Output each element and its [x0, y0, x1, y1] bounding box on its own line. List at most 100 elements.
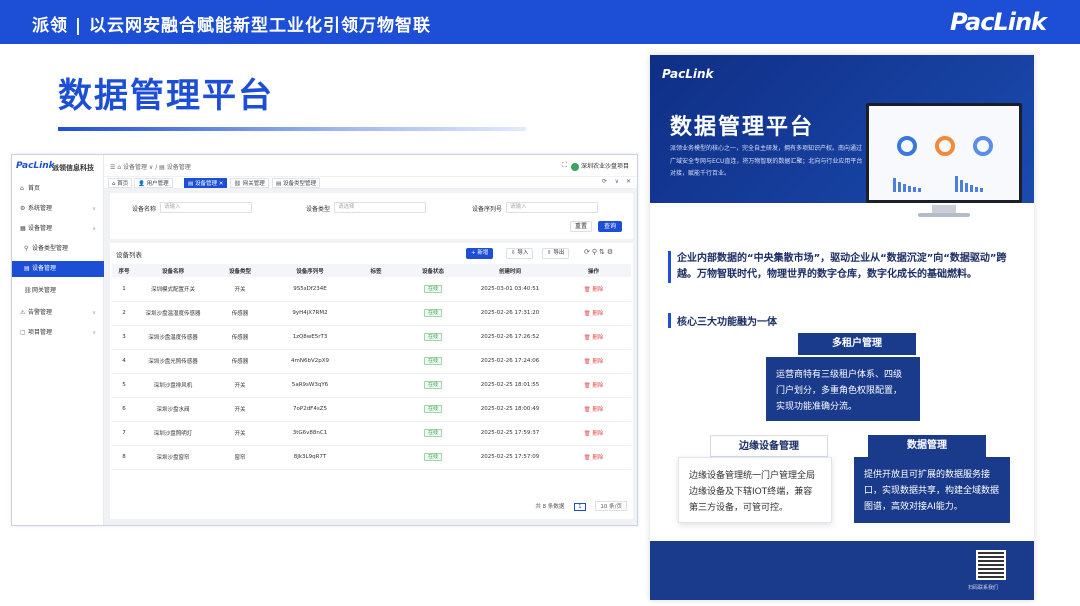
sidebar-item-device-mgmt[interactable]: ▦ 设备管理 ∧ — [12, 221, 104, 237]
table-cell: 深圳沙盘照明灯 — [136, 421, 210, 446]
sidebar-item-label: 网关管理 — [32, 287, 57, 294]
table-tools[interactable]: ⟳⚲⇅⚙ — [584, 248, 615, 256]
sidebar-item-alarm[interactable]: ⚠ 告警管理 ∨ — [12, 305, 104, 321]
tab-home[interactable]: ⌂ 首页 — [108, 178, 133, 188]
sidebar-item-label: 设备类型管理 — [32, 245, 69, 252]
table-cell: 9S5sDf234E — [270, 277, 350, 302]
col-header: 设备序列号 — [270, 264, 350, 277]
delete-button[interactable]: 🗑 删除 — [584, 311, 604, 317]
user-name: 深圳农业沙盘项目 — [580, 163, 629, 170]
sidebar-item-system[interactable]: ⚙ 系统管理 ∨ — [12, 201, 104, 217]
table-cell: 4mN6bV2pX9 — [270, 349, 350, 374]
col-header: 序号 — [112, 264, 136, 277]
table-row: 5 深圳沙盘排风机 开关 5aR9sW3qY6 在线 2025-02-25 18:01:5… — [112, 373, 631, 398]
device-type-cell: 开关 — [234, 286, 246, 293]
delete-button[interactable]: 🗑 删除 — [584, 335, 604, 341]
device-type-select[interactable]: 请选择 — [334, 202, 426, 213]
sidebar-item-device-type[interactable]: ⚲ 设备类型管理 — [12, 241, 104, 257]
refresh-icon[interactable]: ⟳ — [584, 248, 592, 256]
tab-users[interactable]: 👤 用户管理 — [134, 178, 173, 188]
column-icon[interactable]: ⇅ — [599, 248, 607, 256]
tab-device-type[interactable]: ▤ 设备类型管理 — [272, 178, 320, 188]
page-button[interactable]: 1 — [574, 503, 586, 511]
close-icon[interactable]: ✕ — [626, 178, 631, 185]
bar-illustration — [975, 187, 978, 192]
sidebar-item-devices[interactable]: ▤ 设备管理 — [12, 261, 104, 277]
tab-gateway[interactable]: ⛓ 网关管理 — [230, 178, 269, 188]
col-header: 创建时间 — [464, 264, 556, 277]
import-button[interactable]: ⇩ 导入 — [506, 248, 534, 259]
table-cell: 在线 — [402, 277, 464, 302]
device-type-cell: 传感器 — [231, 359, 249, 365]
device-name-label: 设备名称 — [132, 206, 157, 213]
add-button[interactable]: + 新增 — [466, 248, 494, 259]
device-type-cell: 窗帘 — [234, 455, 246, 461]
tab-devices[interactable]: ▤ 设备管理 ✕ — [184, 178, 228, 188]
serial-cell: 7oP2dF4sZ5 — [293, 406, 327, 412]
search-button[interactable]: 查询 — [598, 221, 622, 232]
status-badge: 在线 — [423, 453, 442, 461]
alarm-icon: ⚠ — [20, 309, 26, 316]
export-button[interactable]: ⇧ 导出 — [542, 248, 570, 259]
tab-bar: ⌂ 首页 👤 用户管理 ▤ 设备管理 ✕ ⛓ 网关管理 ▤ 设备类型管理 ⟳ ∨… — [104, 177, 637, 189]
created-time-cell: 2025-02-25 17:57:09 — [480, 454, 540, 460]
delete-button[interactable]: 🗑 删除 — [584, 383, 604, 389]
serial-cell: 3tG6v88nC1 — [292, 430, 328, 436]
donut-chart-illustration — [935, 136, 955, 156]
type-icon: ⚲ — [24, 245, 29, 252]
serial-cell: 4mN6bV2pX9 — [291, 358, 329, 364]
created-time-cell: 2025-03-01 03:40:51 — [480, 285, 540, 292]
delete-button[interactable]: 🗑 删除 — [584, 287, 604, 293]
device-name-cell: 深圳沙盘温度传感器 — [148, 335, 198, 341]
settings-icon[interactable]: ⚙ — [607, 248, 615, 256]
fullscreen-icon[interactable]: ⛶ — [562, 161, 567, 170]
serial-input[interactable]: 请输入 — [506, 202, 598, 213]
device-type-cell: 传感器 — [231, 311, 249, 317]
delete-button[interactable]: 🗑 删除 — [584, 359, 604, 365]
table-cell: 🗑 删除 — [556, 445, 631, 470]
table-cell: 2025-02-25 18:00:49 — [464, 397, 556, 422]
table-row: 4 深圳沙盘光照传感器 传感器 4mN6bV2pX9 在线 2025-02-26 17:2… — [112, 349, 631, 374]
table-cell: 2 — [112, 301, 136, 326]
table-cell: 传感器 — [210, 325, 270, 350]
device-name-input[interactable]: 请输入 — [160, 202, 252, 213]
chevron-down-icon[interactable]: ∨ — [615, 178, 619, 185]
table-header: 序号 设备名称 设备类型 设备序列号 标签 设备状态 创建时间 操作 — [112, 264, 631, 277]
device-list: 设备列表 + 新增 ⇩ 导入 ⇧ 导出 ⟳⚲⇅⚙ 序号 设备名称 设备类型 设备… — [110, 243, 633, 519]
table-cell: 开关 — [210, 421, 270, 446]
row-index: 5 — [122, 382, 126, 388]
device-name-cell: 深圳沙盘排风机 — [153, 383, 193, 389]
avatar — [570, 162, 579, 171]
delete-button[interactable]: 🗑 删除 — [584, 431, 604, 437]
product-poster: PacLink 数据管理平台 派领业务模型的核心之一，完全自主研发，拥有多项知识… — [650, 55, 1034, 600]
sidebar-item-gateway[interactable]: ⛓网关管理 — [12, 283, 104, 299]
filter-panel: 设备名称 请输入 设备类型 请选择 设备序列号 请输入 重置 查询 — [110, 193, 633, 239]
table-cell: 3tG6v88nC1 — [270, 421, 350, 446]
sidebar-item-home[interactable]: ⌂ 首页 — [12, 181, 104, 197]
status-badge: 在线 — [423, 405, 442, 413]
search-icon[interactable]: ⚲ — [592, 248, 599, 256]
poster-intro: 企业内部数据的“中央集散市场”，驱动企业从“数据沉淀”向“数据驱动”跨越。万物智… — [668, 251, 1020, 283]
serial-cell: 1zQ8wE5rT3 — [292, 334, 328, 340]
reset-button[interactable]: 重置 — [570, 221, 592, 232]
delete-button[interactable]: 🗑 删除 — [584, 455, 604, 461]
page-size-select[interactable]: 10 条/页 — [595, 501, 627, 511]
slogan: 派领 | 以云网安融合赋能新型工业化引领万物智联 — [32, 16, 432, 36]
home-icon: ⌂ — [20, 185, 24, 192]
brand-logo: PacLink — [949, 8, 1047, 36]
refresh-icon[interactable]: ⟳ — [602, 178, 607, 185]
device-type-label: 设备类型 — [306, 206, 331, 213]
delete-button[interactable]: 🗑 删除 — [584, 407, 604, 413]
breadcrumb[interactable]: ☰ ⌂ 设备管理 ∨ / ▤ 设备管理 — [110, 162, 191, 171]
project-icon: ▢ — [20, 329, 26, 336]
table-cell: 9yH4jX7RM2 — [270, 301, 350, 326]
sidebar-item-project[interactable]: ▢ 项目管理 ∨ — [12, 325, 104, 341]
table-cell — [350, 325, 402, 350]
chevron-up-icon: ∧ — [92, 226, 96, 232]
sidebar: PacLink 派领信息科技 ⌂ 首页 ⚙ 系统管理 ∨ ▦ 设备管理 ∧ ⚲ 设备类型管理… — [12, 155, 104, 525]
bar-illustration — [965, 183, 968, 192]
sidebar-item-label: 设备管理 — [32, 265, 57, 272]
table-cell: 在线 — [402, 397, 464, 422]
user-menu[interactable]: 深圳农业沙盘项目 — [570, 161, 629, 171]
table-cell: 深圳沙盘温度传感器 — [136, 325, 210, 350]
